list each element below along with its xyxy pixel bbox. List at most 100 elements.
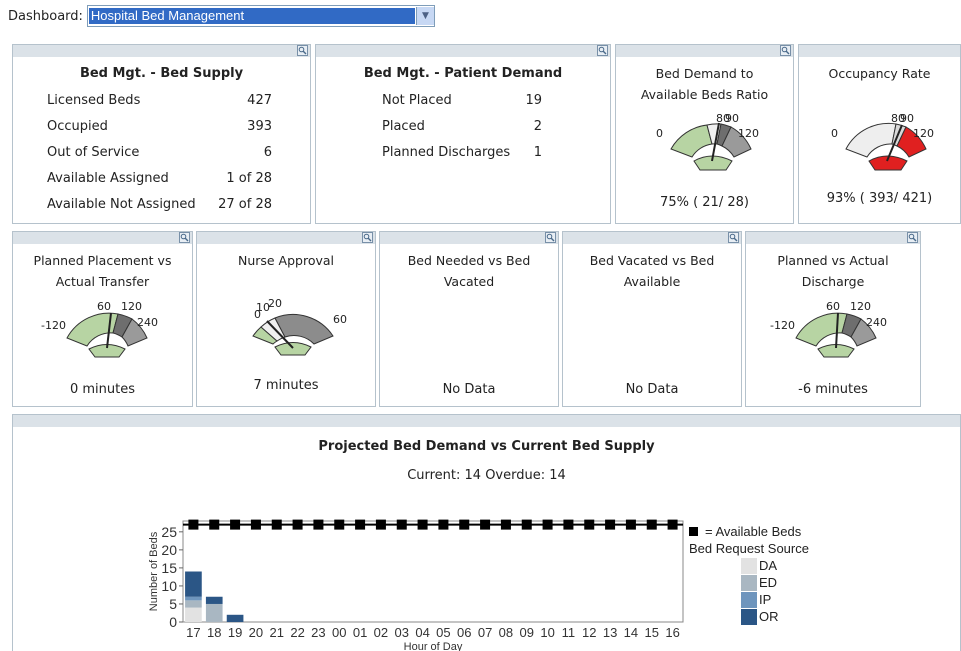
x-tick-label: 14 xyxy=(624,625,638,640)
x-tick-label: 16 xyxy=(665,625,679,640)
bed-supply-list: Licensed Beds 427 Occupied 393 Out of Serv… xyxy=(13,88,310,218)
list-item: Available Not Assigned 27 of 28 xyxy=(13,192,310,218)
legend-swatch xyxy=(741,591,757,608)
gauge-label: 0 xyxy=(656,127,663,140)
gauge-value: 93% ( 393/ 421) xyxy=(826,191,933,206)
placement-gauge: -120 60 120 240 xyxy=(41,300,158,358)
bar-segment xyxy=(205,596,223,604)
dashboard-bar: Dashboard: Hospital Bed Management ▼ xyxy=(8,4,435,28)
patient-demand-list: Not Placed 19 Placed 2 Planned Discharges 1 xyxy=(316,88,610,166)
panel-header xyxy=(799,45,960,57)
row-value: 27 of 28 xyxy=(218,197,272,212)
dashboard-select-value[interactable]: Hospital Bed Management xyxy=(88,8,415,24)
gauge-title: Occupancy Rate xyxy=(799,63,960,84)
bar-segment xyxy=(226,614,244,622)
list-item: Available Assigned 1 of 28 xyxy=(13,166,310,192)
zoom-icon[interactable] xyxy=(545,232,556,243)
gauge-title: Planned vs Actual Discharge xyxy=(746,250,920,292)
gauge-band xyxy=(670,124,713,158)
projection-panel: Projected Bed Demand vs Current Bed Supp… xyxy=(12,414,961,651)
zoom-icon[interactable] xyxy=(362,232,373,243)
zoom-icon[interactable] xyxy=(297,45,308,56)
nurse-gauge: 0 10 20 60 xyxy=(252,297,347,356)
zoom-icon[interactable] xyxy=(179,232,190,243)
bar-segment xyxy=(185,600,202,608)
chevron-down-icon[interactable]: ▼ xyxy=(415,7,434,25)
demand-ratio-panel: Bed Demand to Available Beds Ratio 0 80 9… xyxy=(615,44,794,224)
gauge-title-line1: Nurse Approval xyxy=(237,253,335,268)
list-item: Occupied 393 xyxy=(13,114,310,140)
gauge-label: 90 xyxy=(725,112,739,125)
demand-ratio-gauge: 0 80 90 120 xyxy=(656,112,759,171)
y-axis-label: Number of Beds xyxy=(148,531,160,611)
list-item: Planned Discharges 1 xyxy=(316,140,610,166)
gauge-label: 90 xyxy=(900,112,914,125)
legend-item: DA xyxy=(741,557,809,574)
x-tick-label: 19 xyxy=(228,625,242,640)
gauge-label: 0 xyxy=(831,127,838,140)
x-tick-label: 12 xyxy=(582,625,596,640)
panel-header xyxy=(13,45,310,57)
gauge-label: 120 xyxy=(850,300,871,313)
bed-needed-panel: Bed Needed vs Bed Vacated No Data xyxy=(379,231,559,407)
panel-header xyxy=(380,232,558,244)
y-tick-label: 20 xyxy=(161,542,177,558)
x-tick-label: 01 xyxy=(353,625,367,640)
gauge-title-line2: Discharge xyxy=(801,274,865,289)
row-label: Licensed Beds xyxy=(47,93,141,108)
x-tick-label: 20 xyxy=(249,625,263,640)
zoom-icon[interactable] xyxy=(907,232,918,243)
plot-frame xyxy=(182,520,684,623)
gauge-label: 240 xyxy=(137,316,158,329)
legend-source-title: Bed Request Source xyxy=(689,541,809,556)
gauge-title: Bed Demand to Available Beds Ratio xyxy=(616,63,793,105)
list-item: Placed 2 xyxy=(316,114,610,140)
discharge-panel: Planned vs Actual Discharge -120 60 120 2… xyxy=(745,231,921,407)
x-tick-label: 13 xyxy=(603,625,617,640)
x-tick-label: 11 xyxy=(562,625,576,640)
panel-header xyxy=(13,415,960,427)
projection-chart: 051015202517 18 19 20 21 22 23 00 01 02 03 04 05 06 07… xyxy=(148,519,684,651)
legend-item: IP xyxy=(741,591,809,608)
legend-items: DA ED IP OR xyxy=(741,557,809,625)
panel-header xyxy=(316,45,610,57)
gauge-value: No Data xyxy=(625,382,679,397)
dashboard-select[interactable]: Hospital Bed Management ▼ xyxy=(86,5,435,27)
legend-label: DA xyxy=(759,558,778,573)
x-tick-label: 23 xyxy=(311,625,325,640)
gauge-label: 60 xyxy=(333,313,347,326)
y-tick-label: 5 xyxy=(169,596,177,612)
nurse-panel: Nurse Approval 0 10 20 60 7 minutes xyxy=(196,231,376,407)
chart-legend: = Available Beds Bed Request Source DA E… xyxy=(689,523,809,625)
bed-vacated-panel: Bed Vacated vs Bed Available No Data xyxy=(562,231,742,407)
dashboard-label: Dashboard: xyxy=(8,8,83,24)
panel-header xyxy=(746,232,920,244)
x-tick-label: 03 xyxy=(395,625,409,640)
row-value: 1 xyxy=(533,145,542,160)
x-tick-label: 10 xyxy=(540,625,554,640)
row-label: Available Not Assigned xyxy=(47,197,196,212)
bar-segment xyxy=(185,571,202,597)
x-tick-label: 08 xyxy=(499,625,513,640)
discharge-gauge: -120 60 120 240 xyxy=(770,300,887,358)
zoom-icon[interactable] xyxy=(780,45,791,56)
gauge-value: No Data xyxy=(442,382,496,397)
zoom-icon[interactable] xyxy=(597,45,608,56)
gauge-title-line1: Bed Vacated vs Bed xyxy=(589,253,715,268)
legend-label: = Available Beds xyxy=(705,524,802,539)
gauge-label: 60 xyxy=(97,300,111,313)
gauge-title-line1: Occupancy Rate xyxy=(828,66,931,81)
gauge-title: Bed Vacated vs Bed Available xyxy=(563,250,741,292)
occupancy-gauge: 0 80 90 120 xyxy=(831,112,934,171)
gauge-label: 120 xyxy=(913,127,934,140)
patient-demand-title: Bed Mgt. - Patient Demand xyxy=(363,66,563,81)
row-value: 19 xyxy=(525,93,542,108)
zoom-icon[interactable] xyxy=(728,232,739,243)
legend-swatch xyxy=(741,574,757,591)
row-value: 1 of 28 xyxy=(226,171,272,186)
row-label: Not Placed xyxy=(382,93,452,108)
occupancy-panel: Occupancy Rate 0 80 90 120 93% ( 393/ 42… xyxy=(798,44,961,224)
panel-header xyxy=(563,232,741,244)
gauge-label: 240 xyxy=(866,316,887,329)
bed-supply-title: Bed Mgt. - Bed Supply xyxy=(79,66,244,81)
